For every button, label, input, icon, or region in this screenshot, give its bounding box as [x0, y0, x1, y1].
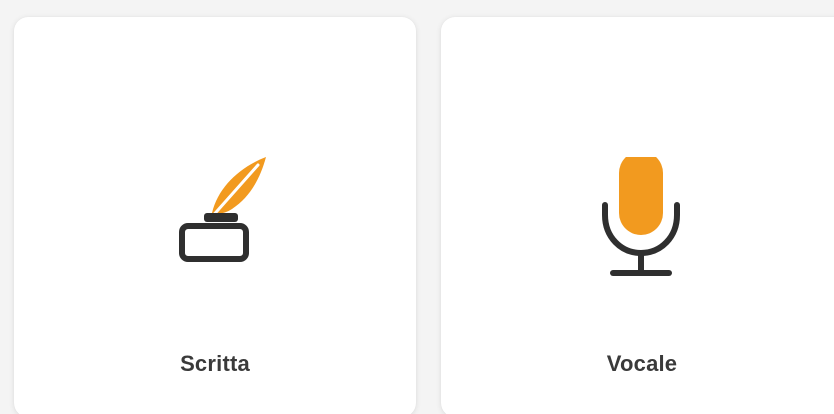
option-label-voice: Vocale	[606, 351, 678, 376]
option-card-written[interactable]: Scritta	[14, 17, 416, 414]
response-type-selector: Scritta Vocale	[0, 0, 834, 414]
quill-inkwell-icon	[179, 157, 266, 262]
option-card-voice[interactable]: Vocale	[441, 17, 834, 414]
option-label-written: Scritta	[180, 351, 250, 376]
microphone-icon	[602, 157, 680, 276]
